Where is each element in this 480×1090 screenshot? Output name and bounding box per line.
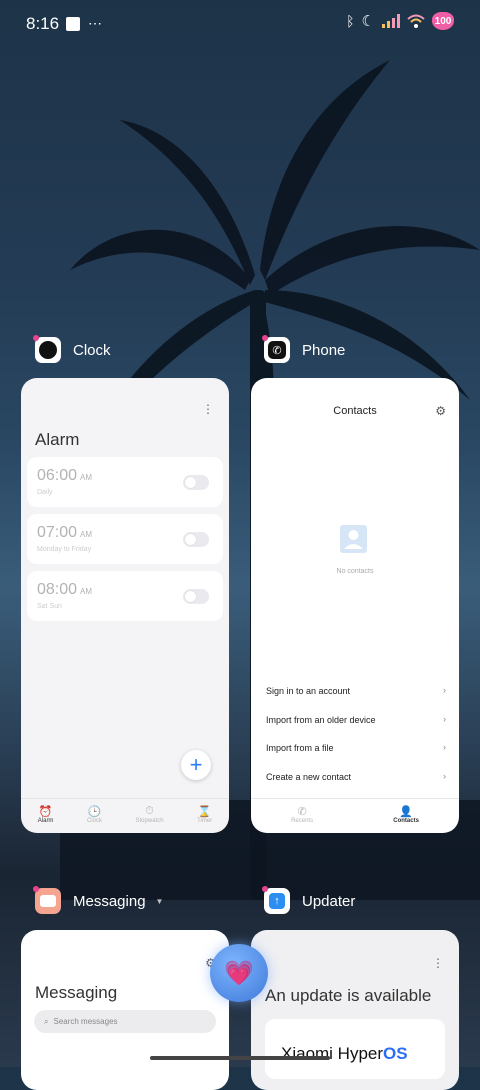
alarm-clock-icon: ⏰ [38,806,53,818]
chevron-right-icon: › [443,685,446,695]
tab-stopwatch[interactable]: ⏱ Stopwatch [136,799,164,833]
contacts-option-row[interactable]: Import from a file › [266,742,446,753]
alarm-time: 07:00 [37,524,78,541]
clock-bottom-nav: ⏰ Alarm 🕒 Clock ⏱ Stopwatch ⌛ Timer [21,798,229,833]
battery-indicator: 100 [432,12,454,30]
alarm-ampm: AM [80,473,93,482]
tab-contacts[interactable]: 👤 Contacts [393,799,419,833]
recent-card-messaging[interactable]: ⚙ Messaging ⌕ Search messages [21,930,229,1090]
alarm-toggle[interactable] [183,475,209,490]
recent-card-updater[interactable]: ⋮ An update is available Xiaomi HyperOS [251,930,459,1090]
add-alarm-button[interactable]: + [181,750,211,780]
recent-card-clock[interactable]: ⋮ Alarm 06:00 AM Daily 07:00 AM Monday to … [21,378,229,833]
app-label-clock[interactable]: Clock [33,335,111,363]
status-time: 8:16 [26,14,60,33]
app-label-messaging[interactable]: Messaging ▼ [33,886,164,914]
alarm-toggle[interactable] [183,589,209,604]
clock-icon: 🕒 [87,806,102,818]
alarm-screen-title: Alarm [35,430,80,449]
notification-square-icon [66,16,80,31]
wifi-icon [407,14,425,28]
alarm-item[interactable]: 07:00 AM Monday to Friday [27,514,223,564]
app-label-phone[interactable]: ✆ Phone [262,335,346,363]
more-dots-icon: ⋯ [88,15,102,31]
clock-app-icon [33,335,61,363]
chevron-right-icon: › [443,714,446,724]
status-bar: 8:16 ⋯ ᛒ ☾ 100 [0,0,480,46]
tab-timer[interactable]: ⌛ Timer [197,799,212,833]
alarm-repeat: Monday to Friday [37,546,92,553]
chevron-right-icon: › [443,771,446,781]
empty-contact-icon [340,525,367,553]
alarm-item[interactable]: 06:00 AM Daily [27,457,223,507]
gear-icon[interactable]: ⚙ [435,404,446,418]
contacts-screen-title: Contacts [333,405,377,417]
hourglass-icon: ⌛ [197,806,212,818]
alarm-repeat: Sat Sun [37,603,62,610]
signal-icon [382,14,400,28]
app-name-updater: Updater [302,892,356,910]
app-name-phone: Phone [302,341,346,359]
messaging-screen-title: Messaging [35,983,118,1002]
home-gesture-bar[interactable] [150,1056,330,1060]
heart-icon: 💗 [224,959,254,987]
app-name-clock: Clock [73,341,111,359]
phone-handset-icon: ✆ [297,806,307,818]
bluetooth-icon: ᛒ [346,13,355,29]
alarm-item[interactable]: 08:00 AM Sat Sun [27,571,223,621]
dropdown-arrow-icon: ▼ [155,896,164,906]
stopwatch-icon: ⏱ [145,805,154,817]
app-name-messaging: Messaging [73,892,146,910]
tab-alarm[interactable]: ⏰ Alarm [38,799,54,833]
search-messages-field[interactable]: ⌕ Search messages [34,1010,216,1033]
search-icon: ⌕ [44,1016,49,1026]
tab-recents[interactable]: ✆ Recents [291,799,313,833]
phone-app-icon: ✆ [262,335,290,363]
alarm-time: 08:00 [37,581,78,598]
recent-card-phone[interactable]: Contacts ⚙ No contacts Sign in to an acc… [251,378,459,833]
alarm-repeat: Daily [37,489,53,496]
update-brand-box: Xiaomi HyperOS [265,1019,445,1079]
brand-name: Xiaomi Hyper [281,1044,384,1063]
more-options-icon[interactable]: ⋮ [432,956,444,970]
empty-state-text: No contacts [336,568,374,575]
messaging-app-icon [33,886,61,914]
tab-clock[interactable]: 🕒 Clock [87,799,102,833]
alarm-time: 06:00 [37,467,78,484]
updater-app-icon: ↑ [262,886,290,914]
alarm-ampm: AM [80,587,93,596]
phone-bottom-nav: ✆ Recents 👤 Contacts [251,798,459,833]
more-options-icon[interactable]: ⋮ [202,402,214,416]
chevron-right-icon: › [443,742,446,752]
alarm-toggle[interactable] [183,532,209,547]
contacts-option-row[interactable]: Create a new contact › [266,771,446,782]
do-not-disturb-moon-icon: ☾ [361,13,375,30]
update-available-title: An update is available [265,986,432,1005]
contacts-option-row[interactable]: Import from an older device › [266,714,446,725]
brand-os: OS [383,1044,408,1063]
person-icon: 👤 [399,806,413,818]
contacts-option-row[interactable]: Sign in to an account › [266,685,446,696]
alarm-ampm: AM [80,530,93,539]
floating-assistant-ball[interactable]: 💗 [210,944,268,1002]
app-label-updater[interactable]: ↑ Updater [262,886,356,914]
